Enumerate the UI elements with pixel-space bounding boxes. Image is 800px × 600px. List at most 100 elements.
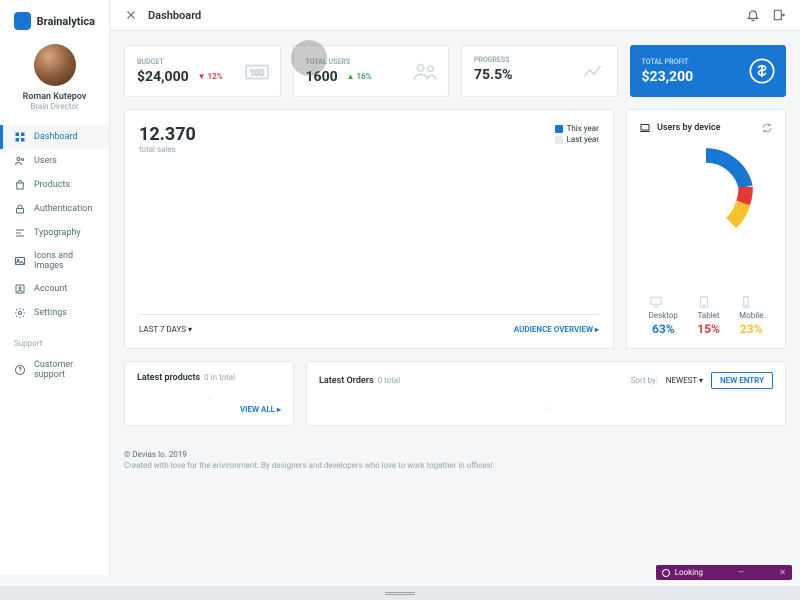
device-stats: Desktop 63% Tablet 15% Mobile 23% <box>639 295 773 336</box>
minimize-icon[interactable]: — <box>738 568 744 577</box>
footer-copyright: © Devias Io. 2019 <box>124 450 786 459</box>
sidebar-item-label: Typography <box>34 228 81 238</box>
sidebar-item-label: Authentication <box>34 204 92 214</box>
stat-card-budget: BUDGET $24,000▼ 12% 100 <box>124 45 281 97</box>
legend-swatch <box>555 125 563 133</box>
sidebar-item-typography[interactable]: Typography <box>0 221 109 245</box>
drag-handle-icon <box>385 592 415 595</box>
sidebar-item-label: Icons and Images <box>34 251 95 271</box>
people-icon <box>412 58 438 84</box>
stat-pct: ▼ 12% <box>195 71 226 82</box>
mobile-icon <box>739 295 763 309</box>
user-role: Brain Director <box>0 102 109 111</box>
tablet-icon <box>697 295 720 309</box>
bag-icon <box>14 179 26 191</box>
nav-list-support: Customer support <box>0 354 109 386</box>
brand-icon <box>14 12 31 30</box>
close-icon[interactable] <box>124 8 138 22</box>
resize-bar[interactable] <box>0 586 800 600</box>
svg-text:100: 100 <box>249 68 264 78</box>
gear-icon <box>14 307 26 319</box>
money-icon: 100 <box>244 58 270 84</box>
row-lists: Latest products0 in total - VIEW ALL ▸ L… <box>124 361 786 426</box>
footer-tagline: Created with love for the environment. B… <box>124 461 786 470</box>
sidebar-item-label: Settings <box>34 308 67 318</box>
sidebar-item-authentication[interactable]: Authentication <box>0 197 109 221</box>
empty-indicator: - <box>319 403 773 414</box>
sidebar-item-label: Account <box>34 284 67 294</box>
main: Dashboard BUDGET $24,000▼ 12% 100 TOTAL … <box>110 0 800 575</box>
footer: © Devias Io. 2019 Created with love for … <box>124 440 786 480</box>
legend-item: Last year <box>555 135 599 144</box>
users-icon <box>14 155 26 167</box>
audience-overview-link[interactable]: AUDIENCE OVERVIEW ▸ <box>514 325 599 334</box>
sidebar-item-products[interactable]: Products <box>0 173 109 197</box>
devices-title: Users by device <box>639 122 773 134</box>
orders-title: Latest Orders <box>319 376 374 386</box>
sales-value: 12.370 <box>139 124 599 145</box>
donut-chart <box>651 142 761 232</box>
sidebar-item-label: Users <box>34 156 57 166</box>
page-title: Dashboard <box>148 9 201 22</box>
lock-icon <box>14 203 26 215</box>
sidebar-item-label: Products <box>34 180 70 190</box>
devices-card: Users by device Desktop <box>626 109 786 349</box>
topbar-right <box>746 8 786 22</box>
user-name: Roman Kutepov <box>0 92 109 102</box>
content: BUDGET $24,000▼ 12% 100 TOTAL USERS 1600… <box>110 31 800 575</box>
new-entry-button[interactable]: NEW ENTRY <box>711 372 773 389</box>
sort-label: Sort by: <box>631 376 658 385</box>
sidebar-item-customer-support[interactable]: Customer support <box>0 354 109 386</box>
close-icon[interactable]: ✕ <box>779 568 786 577</box>
sort-dropdown[interactable]: NEWEST ▾ <box>666 376 703 385</box>
orders-header: Latest Orders 0 total Sort by: NEWEST ▾ N… <box>319 372 773 389</box>
view-all-link[interactable]: VIEW ALL ▸ <box>240 405 281 414</box>
sales-sub: total sales <box>139 145 599 154</box>
legend-item: This year <box>555 124 599 133</box>
legend-swatch <box>555 136 563 144</box>
orders-count: 0 total <box>378 376 401 385</box>
dashboard-icon <box>14 131 26 143</box>
stat-cards: BUDGET $24,000▼ 12% 100 TOTAL USERS 1600… <box>124 45 786 97</box>
orders-controls: Sort by: NEWEST ▾ NEW ENTRY <box>631 372 773 389</box>
dollar-icon <box>748 57 776 85</box>
topbar: Dashboard <box>110 0 800 31</box>
latest-orders-card: Latest Orders 0 total Sort by: NEWEST ▾ N… <box>306 361 786 426</box>
sidebar: Brainalytica Roman Kutepov Brain Directo… <box>0 0 110 575</box>
nav-section-support: Support <box>0 325 109 354</box>
desktop-icon <box>649 295 678 309</box>
empty-indicator: - <box>137 393 281 404</box>
nav-list: Dashboard Users Products Authentication … <box>0 125 109 325</box>
laptop-icon <box>639 122 651 134</box>
text-icon <box>14 227 26 239</box>
sidebar-item-settings[interactable]: Settings <box>0 301 109 325</box>
products-count: 0 in total <box>204 373 235 382</box>
sidebar-item-users[interactable]: Users <box>0 149 109 173</box>
sales-chart-card: 12.370 total sales This year Last year L… <box>124 109 614 349</box>
help-icon <box>14 364 26 376</box>
stat-card-progress: PROGRESS 75.5% <box>461 45 618 97</box>
devtools-status[interactable]: Looking — ✕ <box>656 565 792 580</box>
image-icon <box>14 255 26 267</box>
sidebar-item-dashboard[interactable]: Dashboard <box>0 125 109 149</box>
topbar-left: Dashboard <box>124 8 201 22</box>
sidebar-item-label: Customer support <box>34 360 95 380</box>
device-stat-mobile: Mobile 23% <box>739 295 763 336</box>
status-dot-icon <box>662 569 670 577</box>
logout-icon[interactable] <box>772 8 786 22</box>
stat-card-profit: TOTAL PROFIT $23,200 <box>630 45 787 97</box>
account-icon <box>14 283 26 295</box>
bell-icon[interactable] <box>746 8 760 22</box>
brand[interactable]: Brainalytica <box>0 12 109 44</box>
device-stat-desktop: Desktop 63% <box>649 295 678 336</box>
avatar[interactable] <box>34 44 76 86</box>
chart-legend: This year Last year <box>555 124 599 146</box>
stat-pct: ▲ 16% <box>344 71 375 82</box>
chart-footer: LAST 7 DAYS ▾ AUDIENCE OVERVIEW ▸ <box>139 314 599 334</box>
refresh-icon[interactable] <box>761 122 773 134</box>
sidebar-item-account[interactable]: Account <box>0 277 109 301</box>
app-root: Brainalytica Roman Kutepov Brain Directo… <box>0 0 800 575</box>
device-stat-tablet: Tablet 15% <box>697 295 720 336</box>
sidebar-item-icons[interactable]: Icons and Images <box>0 245 109 277</box>
chart-range-selector[interactable]: LAST 7 DAYS ▾ <box>139 325 192 334</box>
